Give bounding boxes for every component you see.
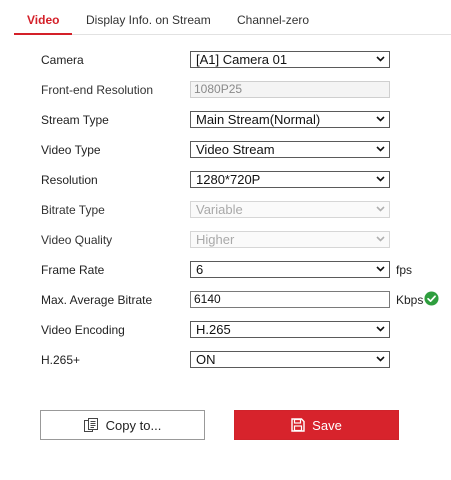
video-quality-select: Higher xyxy=(190,231,390,248)
max-average-bitrate-unit: Kbps xyxy=(396,293,424,307)
chevron-down-icon xyxy=(376,116,385,122)
stream-type-value: Main Stream(Normal) xyxy=(196,112,321,127)
video-quality-label: Video Quality xyxy=(41,233,113,247)
resolution-value: 1280*720P xyxy=(196,172,261,187)
max-average-bitrate-value: 6140 xyxy=(194,292,221,306)
copy-to-button[interactable]: Copy to... xyxy=(40,410,205,440)
tab-bar: Video Display Info. on Stream Channel-ze… xyxy=(14,6,451,35)
tab-channel-zero[interactable]: Channel-zero xyxy=(237,13,309,27)
camera-select[interactable]: [A1] Camera 01 xyxy=(190,51,390,68)
save-label: Save xyxy=(312,417,342,433)
chevron-down-icon xyxy=(376,146,385,152)
chevron-down-icon xyxy=(376,236,385,242)
frame-rate-select[interactable]: 6 xyxy=(190,261,390,278)
resolution-select[interactable]: 1280*720P xyxy=(190,171,390,188)
video-type-select[interactable]: Video Stream xyxy=(190,141,390,158)
video-encoding-value: H.265 xyxy=(196,322,231,337)
frontend-resolution-value: 1080P25 xyxy=(194,82,243,96)
bitrate-type-label: Bitrate Type xyxy=(41,203,105,217)
resolution-label: Resolution xyxy=(41,173,98,187)
floppy-disk-icon xyxy=(291,418,305,432)
frame-rate-value: 6 xyxy=(196,262,204,277)
video-type-label: Video Type xyxy=(41,143,101,157)
chevron-down-icon xyxy=(376,56,385,62)
h265-plus-label: H.265+ xyxy=(41,353,81,367)
max-average-bitrate-input[interactable]: 6140 xyxy=(190,291,390,308)
chevron-down-icon xyxy=(376,206,385,212)
bitrate-type-value: Variable xyxy=(196,202,243,217)
camera-select-value: [A1] Camera 01 xyxy=(196,52,288,67)
frontend-resolution-label: Front-end Resolution xyxy=(41,83,154,97)
frame-rate-label: Frame Rate xyxy=(41,263,105,277)
tab-display-info-on-stream[interactable]: Display Info. on Stream xyxy=(86,13,211,27)
video-quality-value: Higher xyxy=(196,232,235,247)
copy-icon xyxy=(83,418,98,432)
frame-rate-unit: fps xyxy=(396,263,413,277)
save-button[interactable]: Save xyxy=(234,410,399,440)
max-average-bitrate-label: Max. Average Bitrate xyxy=(41,293,153,307)
camera-label: Camera xyxy=(41,53,84,67)
chevron-down-icon xyxy=(376,266,385,272)
chevron-down-icon xyxy=(376,176,385,182)
video-type-value: Video Stream xyxy=(196,142,275,157)
chevron-down-icon xyxy=(376,356,385,362)
tab-video[interactable]: Video xyxy=(27,13,59,27)
video-encoding-label: Video Encoding xyxy=(41,323,125,337)
active-tab-indicator xyxy=(14,33,72,35)
video-encoding-select[interactable]: H.265 xyxy=(190,321,390,338)
frontend-resolution-field: 1080P25 xyxy=(190,81,390,98)
chevron-down-icon xyxy=(376,326,385,332)
h265-plus-select[interactable]: ON xyxy=(190,351,390,368)
check-circle-icon xyxy=(424,291,439,306)
copy-to-label: Copy to... xyxy=(105,417,162,433)
stream-type-select[interactable]: Main Stream(Normal) xyxy=(190,111,390,128)
bitrate-type-select: Variable xyxy=(190,201,390,218)
h265-plus-value: ON xyxy=(196,352,216,367)
stream-type-label: Stream Type xyxy=(41,113,109,127)
